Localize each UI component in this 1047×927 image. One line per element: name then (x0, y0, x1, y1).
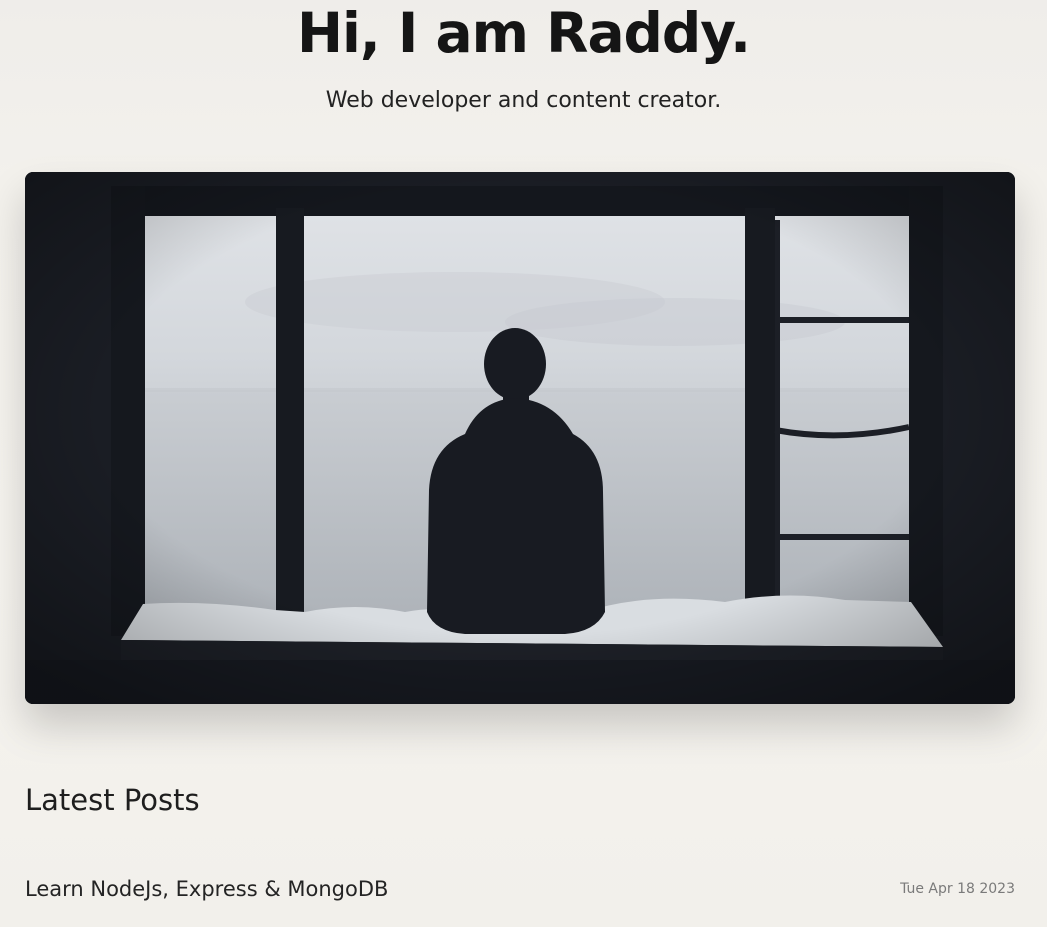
post-date: Tue Apr 18 2023 (900, 881, 1015, 897)
hero-subtitle: Web developer and content creator. (325, 88, 722, 113)
post-title-link[interactable]: Learn NodeJs, Express & MongoDB (25, 877, 388, 901)
hero-image (25, 172, 1015, 704)
list-item[interactable]: Learn NodeJs, Express & MongoDB Tue Apr … (25, 870, 1015, 908)
latest-posts-heading: Latest Posts (25, 783, 200, 817)
hero-title: Hi, I am Raddy. (296, 1, 751, 65)
